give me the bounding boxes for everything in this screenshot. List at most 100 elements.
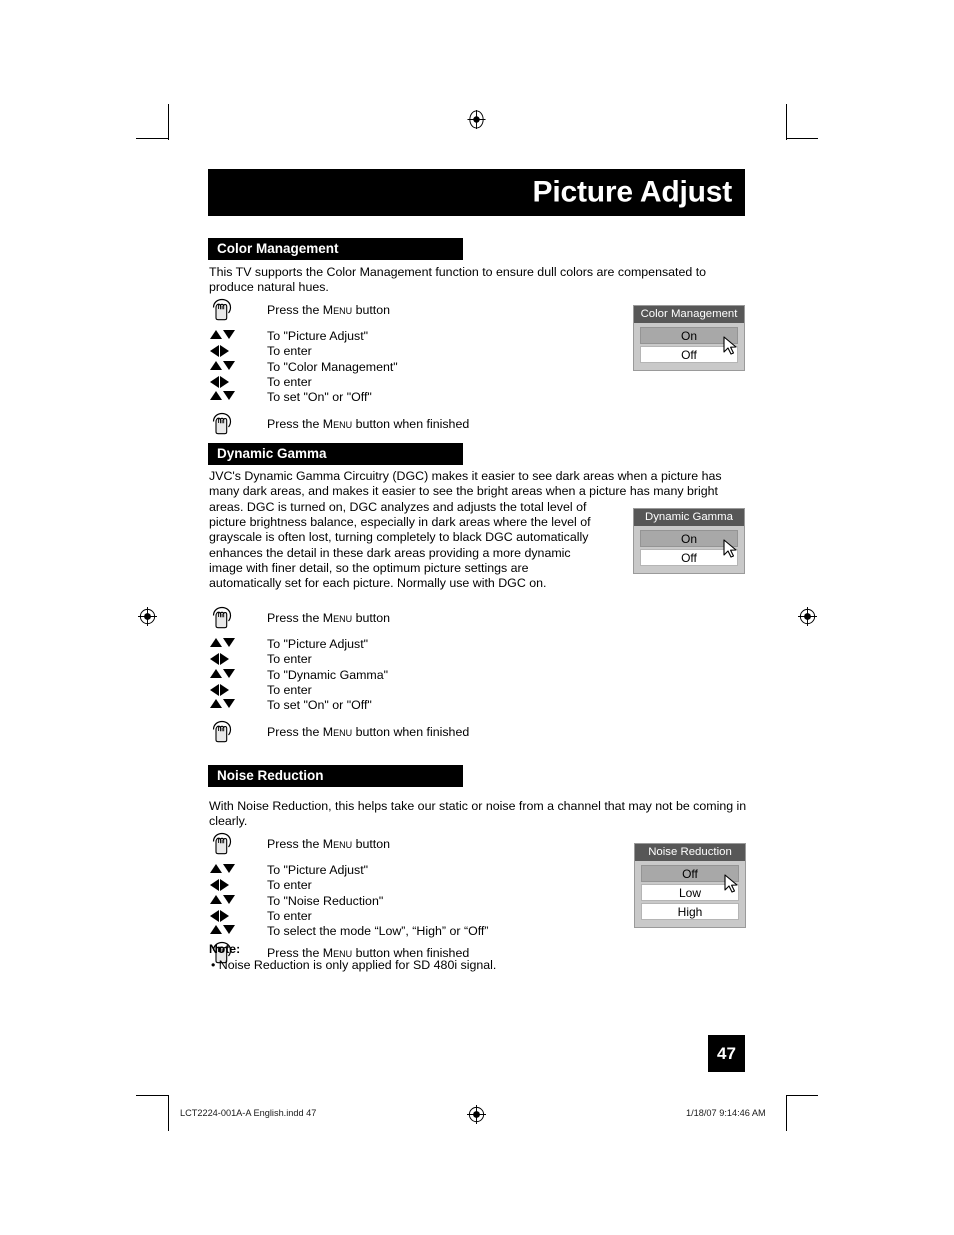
up-down-arrows-icon	[209, 668, 253, 683]
left-right-arrows-icon	[209, 909, 253, 924]
step-to-picture-adjust: To "Picture Adjust"	[209, 329, 469, 344]
section-header-label: Noise Reduction	[217, 768, 324, 783]
step-text: To "Picture Adjust"	[267, 637, 369, 651]
section-header-color-management: Color Management	[208, 238, 463, 260]
section-paragraph-color-management: This TV supports the Color Management fu…	[209, 265, 707, 295]
step-to-enter-2: To enter	[209, 909, 489, 924]
registration-mark-left	[138, 607, 157, 626]
section-header-label: Color Management	[217, 241, 339, 256]
step-set-on-off: To set "On" or "Off"	[209, 390, 469, 405]
step-text: Press the Menu button	[267, 837, 391, 851]
step-to-color-management: To "Color Management"	[209, 360, 469, 375]
section-paragraph-dynamic-gamma-wide: JVC's Dynamic Gamma Circuitry (DGC) make…	[209, 469, 722, 499]
section-paragraph-dynamic-gamma-narrow: areas. DGC is turned on, DGC analyzes an…	[209, 500, 591, 591]
manual-page: Picture Adjust Color Management This TV …	[0, 0, 954, 1235]
up-down-arrows-icon	[209, 360, 253, 375]
cursor-pointer-icon	[723, 336, 738, 356]
page-title: Picture Adjust	[532, 174, 733, 208]
registration-mark-right	[798, 607, 817, 626]
hand-press-icon	[209, 832, 253, 856]
page-title-banner: Picture Adjust	[208, 169, 745, 216]
step-to-dynamic-gamma: To "Dynamic Gamma"	[209, 668, 469, 683]
up-down-arrows-icon	[209, 894, 253, 909]
osd-title: Color Management	[634, 306, 744, 323]
section-header-noise-reduction: Noise Reduction	[208, 765, 463, 787]
hand-press-icon	[209, 412, 253, 436]
left-right-arrows-icon	[209, 375, 253, 390]
up-down-arrows-icon	[209, 698, 253, 713]
step-text: To set "On" or "Off"	[267, 390, 372, 405]
cursor-pointer-icon	[723, 539, 738, 559]
step-text: To enter	[267, 652, 312, 667]
step-to-enter-2: To enter	[209, 683, 469, 698]
step-text: To select the mode “Low”, “High” or “Off…	[267, 924, 489, 939]
step-text: Press the Menu button when finished	[267, 725, 470, 740]
left-right-arrows-icon	[209, 683, 253, 698]
step-set-on-off: To set "On" or "Off"	[209, 698, 469, 713]
section-paragraph-noise-reduction: With Noise Reduction, this helps take ou…	[209, 799, 747, 829]
step-press-menu: Press the Menu button	[209, 606, 469, 630]
step-press-menu: Press the Menu button	[209, 298, 469, 322]
step-text: To "Noise Reduction"	[267, 893, 384, 908]
step-to-picture-adjust: To "Picture Adjust"	[209, 637, 469, 652]
step-text: To enter	[267, 908, 312, 923]
step-text: Press the Menu button	[267, 303, 391, 317]
crop-mark-top-left-vertical	[168, 104, 169, 140]
step-text: To "Picture Adjust"	[267, 863, 369, 877]
step-select-mode: To select the mode “Low”, “High” or “Off…	[209, 924, 489, 939]
section-header-dynamic-gamma: Dynamic Gamma	[208, 443, 463, 465]
step-text: To enter	[267, 374, 312, 389]
registration-mark-bottom	[467, 1105, 486, 1124]
up-down-arrows-icon	[209, 329, 253, 344]
step-text: To enter	[267, 344, 312, 359]
osd-title: Dynamic Gamma	[634, 509, 744, 526]
step-list-dynamic-gamma: Press the Menu button To "Picture Adjust…	[209, 606, 469, 744]
step-text: Press the Menu button	[267, 611, 391, 625]
crop-mark-bottom-left-horizontal	[136, 1095, 168, 1096]
osd-option-high[interactable]: High	[641, 903, 739, 920]
step-text: Press the Menu button when finished	[267, 417, 470, 432]
registration-mark-top	[467, 110, 486, 129]
crop-mark-top-right-vertical	[786, 104, 787, 140]
step-to-enter-1: To enter	[209, 878, 489, 893]
footer-rule-left	[168, 1098, 169, 1122]
hand-press-icon	[209, 298, 253, 322]
step-text: To enter	[267, 878, 312, 893]
step-text: To "Color Management"	[267, 359, 398, 374]
step-to-enter-1: To enter	[209, 344, 469, 359]
step-text: To set "On" or "Off"	[267, 698, 372, 713]
step-to-picture-adjust: To "Picture Adjust"	[209, 863, 489, 878]
step-press-menu: Press the Menu button	[209, 832, 489, 856]
note-item: • Noise Reduction is only applied for SD…	[211, 958, 497, 972]
crop-mark-top-right-horizontal	[786, 138, 818, 139]
step-text: To "Dynamic Gamma"	[267, 667, 389, 682]
footer-timestamp: 1/18/07 9:14:46 AM	[686, 1108, 766, 1118]
left-right-arrows-icon	[209, 344, 253, 359]
up-down-arrows-icon	[209, 863, 253, 878]
up-down-arrows-icon	[209, 924, 253, 939]
step-text: To "Picture Adjust"	[267, 329, 369, 343]
step-to-noise-reduction: To "Noise Reduction"	[209, 894, 489, 909]
cursor-pointer-icon	[724, 874, 739, 894]
section-header-label: Dynamic Gamma	[217, 446, 327, 461]
hand-press-icon	[209, 720, 253, 744]
page-number-badge: 47	[708, 1035, 745, 1072]
left-right-arrows-icon	[209, 652, 253, 667]
step-press-menu-finished: Press the Menu button when finished	[209, 412, 469, 436]
step-to-enter-1: To enter	[209, 652, 469, 667]
footer-rule-right	[786, 1098, 787, 1122]
step-text: To enter	[267, 682, 312, 697]
step-to-enter-2: To enter	[209, 375, 469, 390]
left-right-arrows-icon	[209, 878, 253, 893]
up-down-arrows-icon	[209, 637, 253, 652]
up-down-arrows-icon	[209, 390, 253, 405]
step-press-menu-finished: Press the Menu button when finished	[209, 720, 469, 744]
crop-mark-top-left-horizontal	[136, 138, 168, 139]
note-label: Note:	[209, 942, 241, 956]
osd-title: Noise Reduction	[635, 844, 745, 861]
hand-press-icon	[209, 606, 253, 630]
step-list-noise-reduction: Press the Menu button To "Picture Adjust…	[209, 832, 489, 965]
footer-filename: LCT2224-001A-A English.indd 47	[180, 1108, 317, 1118]
crop-mark-bottom-right-horizontal	[786, 1095, 818, 1096]
step-list-color-management: Press the Menu button To "Picture Adjust…	[209, 298, 469, 436]
